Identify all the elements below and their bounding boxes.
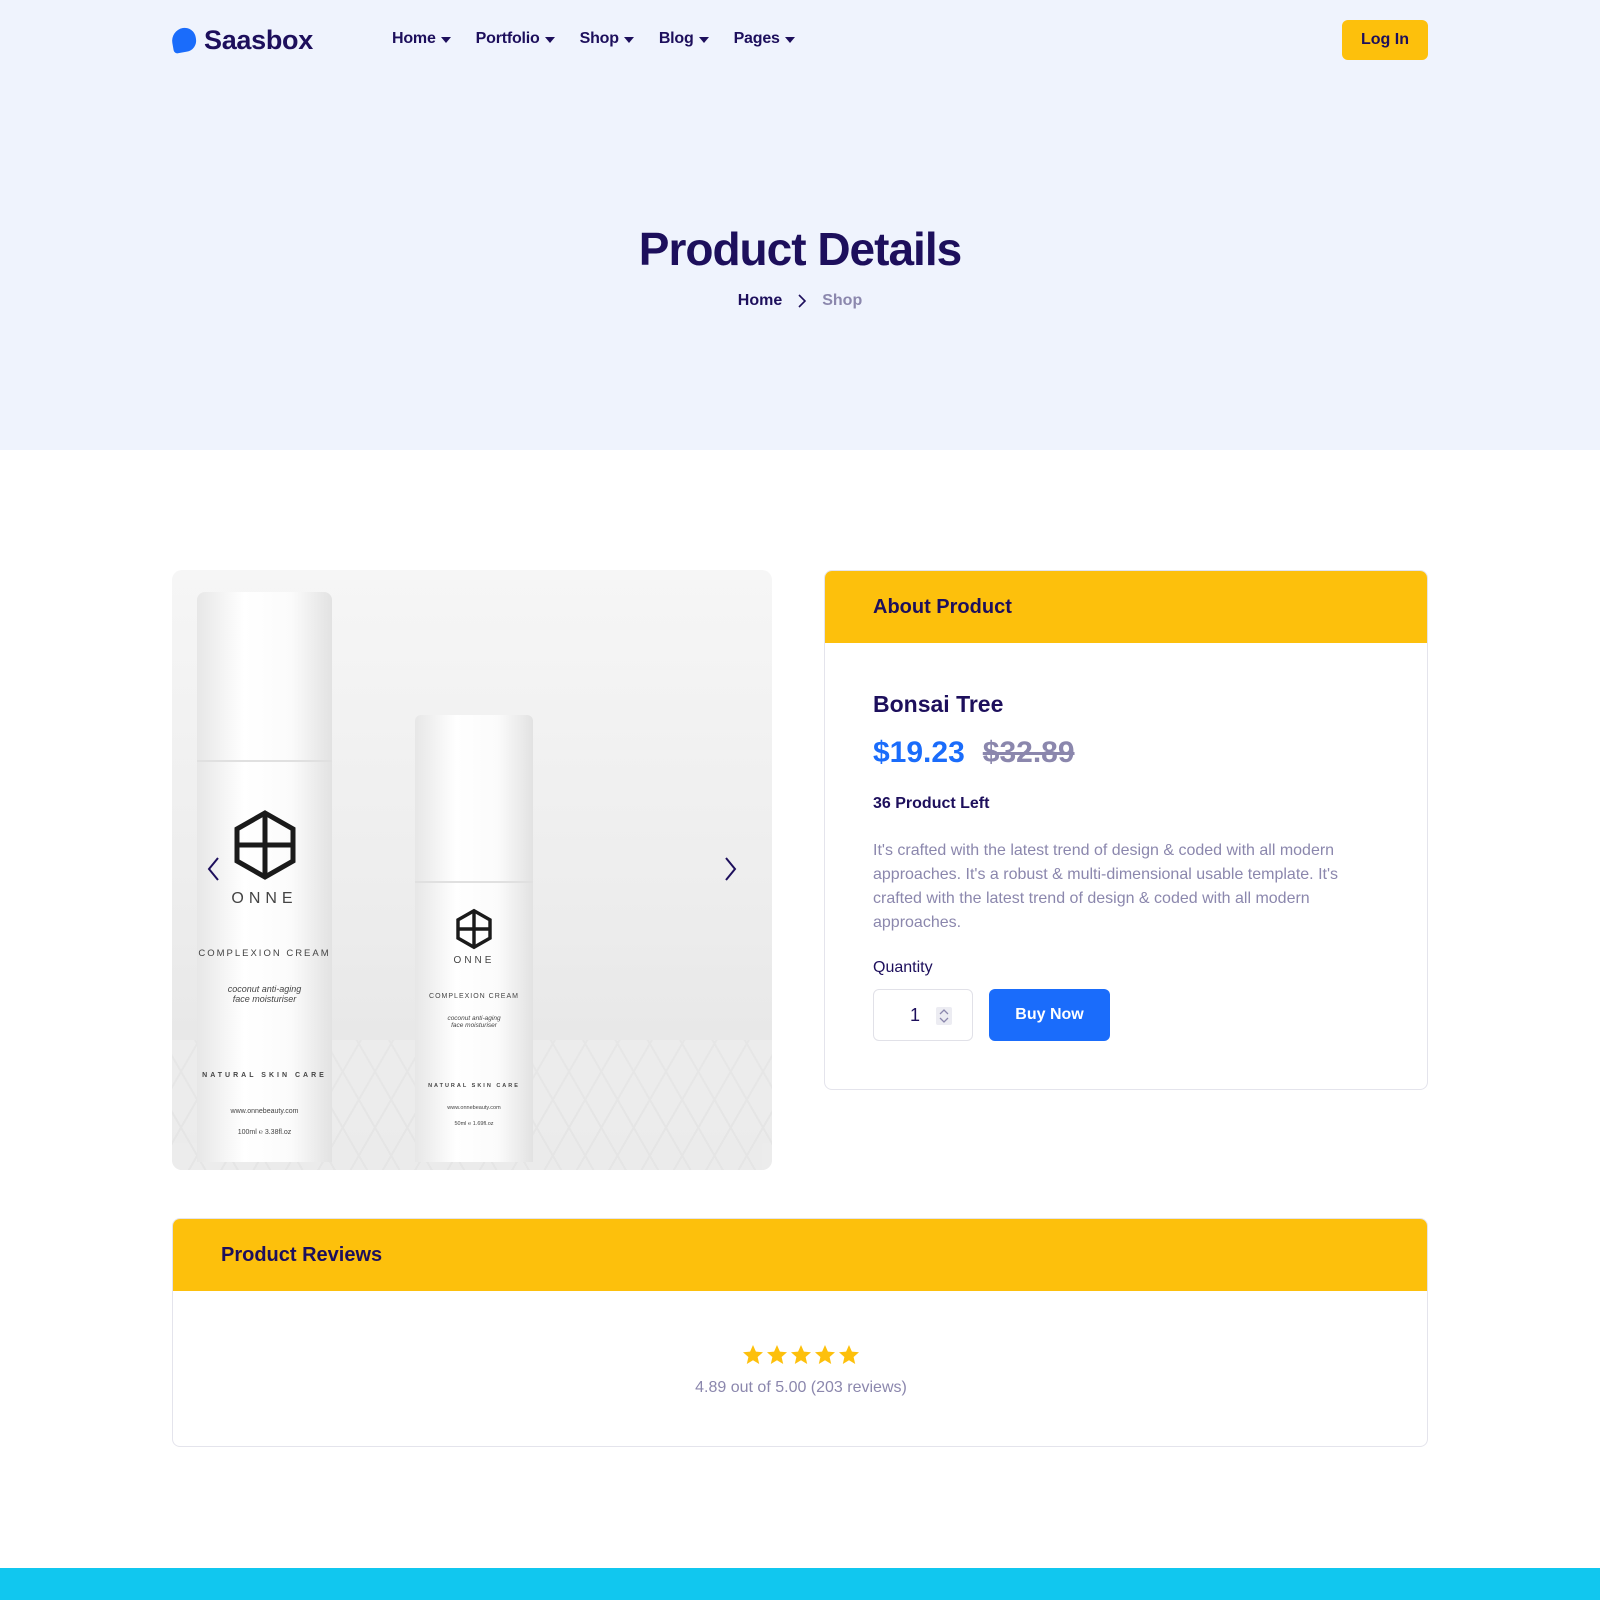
cap-seam bbox=[415, 881, 533, 883]
product-description: It's crafted with the latest trend of de… bbox=[873, 842, 1339, 931]
quantity-value: 1 bbox=[910, 1004, 921, 1025]
bottle-line: COMPLEXION CREAM bbox=[198, 948, 331, 959]
price-row: $19.23 $32.89 bbox=[873, 736, 1075, 770]
caret-down-icon bbox=[698, 37, 709, 43]
star-icon bbox=[791, 1345, 811, 1364]
hero-section: Saasbox Home Portfolio Shop Blog Pages L… bbox=[0, 0, 1600, 450]
logo[interactable]: Saasbox bbox=[170, 24, 313, 56]
footer-strip bbox=[0, 1568, 1600, 1600]
star-icon bbox=[815, 1345, 835, 1364]
price-original: $32.89 bbox=[982, 736, 1075, 769]
product-bottle-small: ONNE COMPLEXION CREAM coconut anti-aging… bbox=[415, 715, 533, 1162]
about-product-card: About Product Bonsai Tree $19.23 $32.89 … bbox=[824, 570, 1428, 1090]
bottle-brand: ONNE bbox=[453, 955, 495, 966]
onne-logo-icon bbox=[456, 908, 492, 950]
bottle-size: 50ml ℮ 1.69fl.oz bbox=[454, 1121, 494, 1127]
star-icon bbox=[767, 1345, 787, 1364]
about-product-heading: About Product bbox=[825, 571, 1427, 643]
nav-item-blog[interactable]: Blog bbox=[659, 30, 709, 48]
nav-item-label: Home bbox=[392, 30, 436, 47]
price-current: $19.23 bbox=[873, 736, 965, 769]
bottle-line: COMPLEXION CREAM bbox=[429, 993, 519, 1000]
bottle-url: www.onnebeauty.com bbox=[230, 1108, 299, 1115]
main-menu: Home Portfolio Shop Blog Pages bbox=[392, 30, 820, 48]
star-icon bbox=[839, 1345, 859, 1364]
stock-status: 36 Product Left bbox=[873, 795, 990, 812]
nav-item-label: Blog bbox=[658, 30, 694, 47]
navbar: Saasbox Home Portfolio Shop Blog Pages L… bbox=[170, 20, 1428, 60]
page-title: Product Details bbox=[638, 223, 962, 275]
logo-text: Saasbox bbox=[204, 24, 313, 55]
nav-item-shop[interactable]: Shop bbox=[580, 30, 634, 48]
bottle-url: www.onnebeauty.com bbox=[447, 1105, 501, 1111]
chevron-left-icon[interactable] bbox=[204, 854, 224, 884]
bottle-brand: ONNE bbox=[231, 890, 298, 907]
nav-item-pages[interactable]: Pages bbox=[734, 30, 795, 48]
caret-down-icon bbox=[784, 37, 795, 43]
breadcrumb-home[interactable]: Home bbox=[738, 292, 782, 310]
onne-logo-icon bbox=[234, 810, 296, 880]
quantity-stepper[interactable]: 1 bbox=[873, 989, 973, 1041]
star-rating bbox=[173, 1343, 1427, 1367]
cap-seam bbox=[197, 760, 332, 762]
nav-item-label: Portfolio bbox=[475, 30, 540, 47]
caret-down-icon bbox=[623, 37, 634, 43]
nav-item-label: Pages bbox=[733, 30, 780, 47]
breadcrumb-current[interactable]: Shop bbox=[822, 292, 862, 310]
product-reviews-heading: Product Reviews bbox=[173, 1219, 1427, 1291]
caret-down-icon bbox=[544, 37, 555, 43]
buy-now-button[interactable]: Buy Now bbox=[989, 989, 1110, 1041]
login-button[interactable]: Log In bbox=[1342, 20, 1428, 60]
product-name: Bonsai Tree bbox=[873, 691, 1004, 717]
spinner-arrows-icon[interactable] bbox=[936, 1007, 952, 1025]
bottle-desc: coconut anti-aging face moisturiser bbox=[447, 1015, 501, 1029]
nav-item-label: Shop bbox=[579, 30, 619, 47]
product-image-carousel: ONNE COMPLEXION CREAM coconut anti-aging… bbox=[172, 570, 772, 1170]
chevron-right-icon bbox=[798, 294, 807, 308]
logo-icon bbox=[170, 26, 198, 54]
bottle-tag: NATURAL SKIN CARE bbox=[428, 1083, 520, 1089]
star-icon bbox=[743, 1345, 763, 1364]
nav-item-portfolio[interactable]: Portfolio bbox=[476, 30, 555, 48]
chevron-right-icon[interactable] bbox=[720, 854, 740, 884]
caret-down-icon bbox=[440, 37, 451, 43]
nav-item-home[interactable]: Home bbox=[392, 30, 451, 48]
bottle-size: 100ml ℮ 3.38fl.oz bbox=[237, 1129, 292, 1136]
bottle-desc: coconut anti-aging face moisturiser bbox=[227, 984, 302, 1004]
quantity-label: Quantity bbox=[873, 959, 933, 976]
breadcrumb: Home Shop bbox=[0, 292, 1600, 310]
rating-summary: 4.89 out of 5.00 (203 reviews) bbox=[695, 1379, 907, 1396]
product-reviews-card: Product Reviews 4.89 out of 5.00 (203 re… bbox=[172, 1218, 1428, 1447]
bottle-tag: NATURAL SKIN CARE bbox=[202, 1072, 327, 1079]
